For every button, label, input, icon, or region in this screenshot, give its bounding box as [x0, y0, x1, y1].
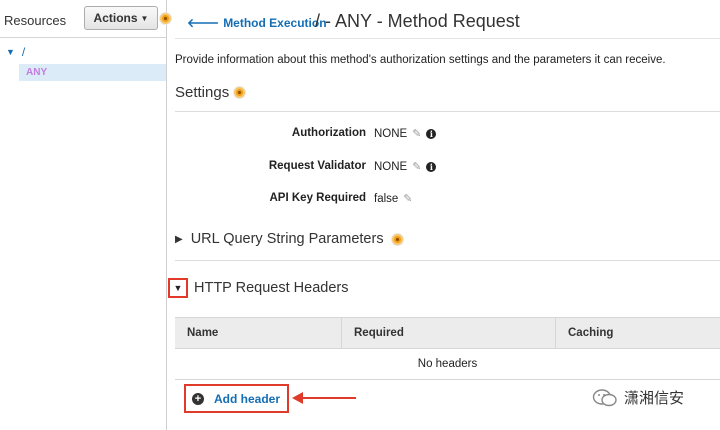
resource-tree-root[interactable]: ▼ /	[6, 45, 25, 59]
divider	[175, 111, 720, 112]
resources-title: Resources	[4, 13, 67, 28]
info-icon[interactable]: i	[426, 128, 437, 139]
request-validator-value: NONE ✎ i	[374, 160, 437, 173]
url-query-title: URL Query String Parameters	[190, 231, 384, 247]
red-arrow-annotation-icon	[292, 392, 356, 404]
column-header-required[interactable]: Required	[342, 318, 556, 348]
request-validator-row: Request Validator NONE ✎ i	[167, 158, 720, 176]
plus-circle-icon: +	[192, 392, 204, 405]
http-headers-title: HTTP Request Headers	[194, 280, 349, 296]
add-header-button[interactable]: + Add header	[184, 384, 289, 413]
resource-root-label: /	[21, 45, 26, 59]
api-key-required-value: false ✎	[374, 192, 413, 206]
settings-label: Settings	[175, 84, 230, 101]
watermark-text: 潇湘信安	[624, 390, 685, 407]
back-link-label: Method Execution	[223, 15, 327, 30]
settings-section-title: Settings	[175, 84, 246, 101]
column-header-name[interactable]: Name	[175, 318, 342, 348]
api-key-required-value-text: false	[374, 192, 399, 205]
api-key-required-label: API Key Required	[269, 192, 367, 204]
info-icon[interactable]: i	[426, 161, 437, 172]
authorization-value: NONE ✎ i	[374, 127, 437, 140]
watermark: 潇湘信安	[592, 387, 684, 408]
resources-header: Resources Actions ▼	[0, 0, 171, 38]
http-request-headers-toggle[interactable]: ▼ HTTP Request Headers	[168, 278, 348, 298]
divider	[175, 260, 720, 261]
api-key-required-row: API Key Required false ✎	[167, 190, 720, 208]
request-validator-label: Request Validator	[268, 160, 366, 172]
actions-label: Actions	[93, 11, 138, 25]
edit-pencil-icon[interactable]: ✎	[412, 160, 421, 173]
add-header-label: Add header	[214, 391, 281, 406]
resources-panel: Resources Actions ▼ ▼ / ANY	[0, 0, 171, 430]
edit-pencil-icon[interactable]: ✎	[403, 192, 412, 205]
headers-table-header: Name Required Caching	[175, 317, 720, 349]
back-to-method-execution-link[interactable]: 🡐 Method Execution	[187, 15, 327, 31]
url-query-string-toggle[interactable]: ▶ URL Query String Parameters	[175, 231, 403, 247]
wechat-logo-icon	[592, 388, 617, 406]
method-request-panel: 🡐 Method Execution / - ANY - Method Requ…	[167, 0, 720, 430]
divider	[175, 38, 720, 39]
arrow-left-icon: 🡐	[187, 16, 220, 30]
authorization-label: Authorization	[291, 127, 366, 139]
no-headers-message: No headers	[175, 349, 720, 380]
actions-button[interactable]: Actions ▼	[84, 6, 158, 30]
expand-triangle-icon[interactable]: ▶	[175, 234, 183, 245]
request-validator-value-text: NONE	[374, 160, 408, 173]
collapse-triangle-icon[interactable]: ▼	[168, 278, 188, 298]
column-header-caching[interactable]: Caching	[556, 318, 720, 348]
edit-pencil-icon[interactable]: ✎	[412, 127, 421, 140]
caret-down-icon: ▼	[140, 13, 149, 23]
expand-triangle-icon[interactable]: ▼	[6, 47, 15, 57]
authorization-value-text: NONE	[374, 127, 408, 140]
info-help-icon[interactable]	[391, 233, 403, 245]
page-description: Provide information about this method's …	[175, 54, 666, 66]
resource-method-any[interactable]: ANY	[19, 64, 166, 81]
authorization-row: Authorization NONE ✎ i	[167, 125, 720, 143]
info-help-icon[interactable]	[234, 87, 246, 98]
page-title: / - ANY - Method Request	[315, 11, 520, 31]
